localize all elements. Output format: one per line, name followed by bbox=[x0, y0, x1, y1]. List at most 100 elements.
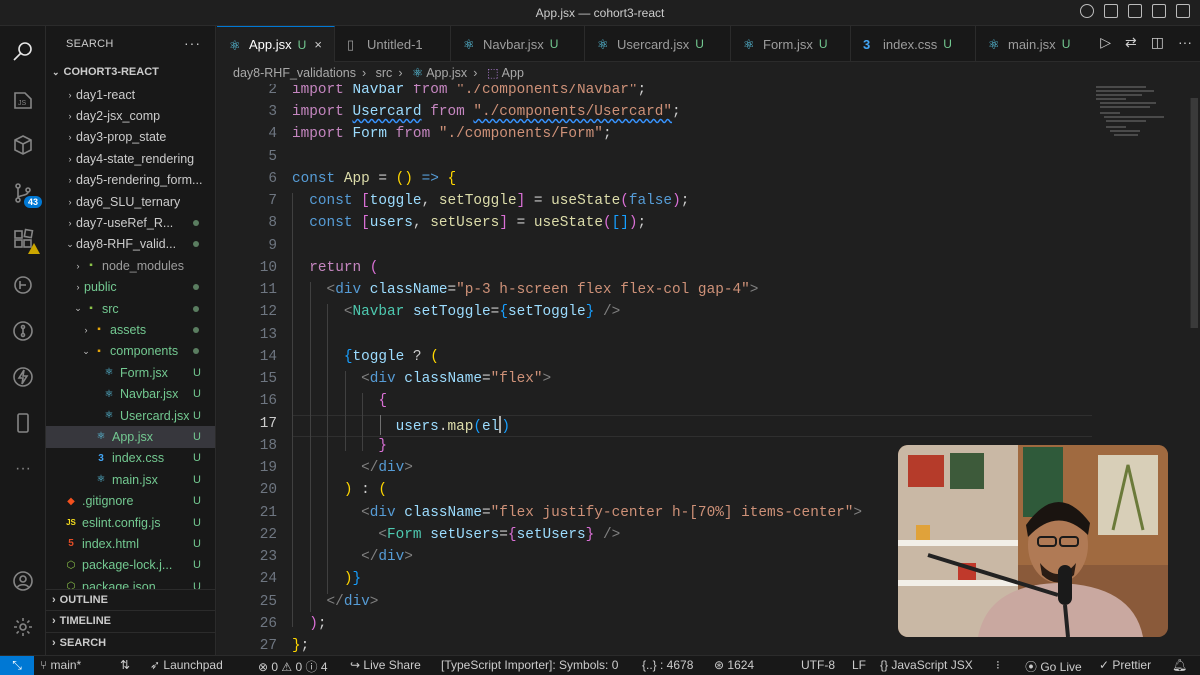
ts-importer-status[interactable]: [TypeScript Importer]: Symbols: 0 bbox=[441, 658, 618, 672]
more-actions-icon[interactable]: ··· bbox=[1178, 34, 1192, 51]
git-graph-icon[interactable] bbox=[8, 316, 38, 346]
tree-item-file[interactable]: ⚛ Form.jsx U bbox=[46, 362, 215, 383]
go-live-button[interactable]: ⦿ Go Live bbox=[1025, 658, 1082, 675]
tree-item-folder[interactable]: › ▪ node_modules bbox=[46, 255, 215, 276]
tree-item-folder[interactable]: › day7-useRef_R... bbox=[46, 212, 215, 233]
tree-item-folder[interactable]: › day2-jsx_comp bbox=[46, 105, 215, 126]
source-control-icon[interactable]: 43 bbox=[8, 178, 42, 208]
account-icon[interactable] bbox=[8, 566, 38, 596]
braces-status[interactable]: {..} : 4678 bbox=[642, 658, 693, 672]
tab-label: App.jsx bbox=[249, 37, 292, 52]
tab-main-jsx[interactable]: ⚛ main.jsx U bbox=[976, 26, 1086, 62]
breadcrumb: day8-RHF_validations › src › ⚛ App.jsx › ⬚ Ap… bbox=[217, 62, 1200, 84]
tree-item-label: main.jsx bbox=[112, 472, 158, 487]
branch-indicator[interactable]: ⑂ main* bbox=[40, 658, 81, 672]
mobile-device-icon[interactable] bbox=[8, 408, 38, 438]
more-actions-icon[interactable]: ··· bbox=[184, 35, 201, 51]
line-number: 4 bbox=[268, 126, 277, 142]
minimap-line bbox=[1096, 98, 1126, 100]
tree-item-folder-open[interactable]: ⌄ day8-RHF_valid... bbox=[46, 234, 215, 255]
dots-icon[interactable]: ⁝ bbox=[996, 658, 1000, 672]
close-icon[interactable]: × bbox=[314, 37, 322, 52]
broadcast-icon: ⦿ bbox=[1025, 660, 1041, 674]
encoding-status[interactable]: UTF-8 bbox=[801, 658, 835, 672]
extensions-cube-icon[interactable] bbox=[8, 130, 38, 160]
tree-item-folder[interactable]: › day5-rendering_form... bbox=[46, 170, 215, 191]
git-status: U bbox=[193, 388, 201, 401]
tree-item-folder[interactable]: › day1-react bbox=[46, 84, 215, 105]
workspace-root[interactable]: ⌄ COHORT3-REACT bbox=[46, 62, 215, 84]
tree-item-file[interactable]: ⚛ main.jsx U bbox=[46, 469, 215, 490]
sync-icon[interactable]: ⇅ bbox=[120, 658, 130, 672]
language-mode[interactable]: {} JavaScript JSX bbox=[880, 658, 973, 672]
tree-item-file[interactable]: JS eslint.config.js U bbox=[46, 512, 215, 533]
tree-item-folder[interactable]: › ▪ assets bbox=[46, 319, 215, 340]
webcam-overlay bbox=[898, 445, 1168, 637]
tab-app-jsx[interactable]: ⚛ App.jsx U × bbox=[217, 26, 335, 62]
breadcrumb-item[interactable]: day8-RHF_validations bbox=[233, 66, 356, 80]
tab-form-jsx[interactable]: ⚛ Form.jsx U bbox=[731, 26, 851, 62]
code-line: const App = () => { bbox=[292, 171, 457, 187]
toggle-panel-icon[interactable] bbox=[1128, 4, 1142, 18]
search-icon[interactable] bbox=[8, 36, 38, 66]
chevron-right-icon: › bbox=[68, 153, 72, 164]
tab-navbar-jsx[interactable]: ⚛ Navbar.jsx U bbox=[451, 26, 585, 62]
outline-section[interactable]: › OUTLINE bbox=[46, 589, 215, 610]
extensions-icon[interactable] bbox=[8, 224, 40, 254]
breadcrumb-item[interactable]: src bbox=[376, 66, 393, 80]
tree-item-folder[interactable]: › public bbox=[46, 277, 215, 298]
chevron-right-icon: › bbox=[473, 66, 478, 80]
thunder-client-icon[interactable] bbox=[8, 362, 38, 392]
search-section[interactable]: › SEARCH bbox=[46, 632, 215, 653]
code-line: } bbox=[378, 438, 387, 454]
problems-indicator[interactable]: ⊗ 0 ⚠ 0 ⓘ 4 bbox=[258, 658, 328, 675]
customize-layout-icon[interactable] bbox=[1176, 4, 1190, 18]
copilot-icon[interactable] bbox=[1080, 4, 1094, 18]
tree-item-folder-open[interactable]: ⌄ ▪ components bbox=[46, 341, 215, 362]
compare-icon[interactable]: ⇄ bbox=[1125, 34, 1137, 51]
lines-status[interactable]: ⊛ 1624 bbox=[714, 658, 754, 672]
split-editor-icon[interactable]: ◫ bbox=[1151, 34, 1164, 51]
line-number: 16 bbox=[259, 393, 277, 409]
tree-item-file[interactable]: ⚛ Usercard.jsx U bbox=[46, 405, 215, 426]
explorer-js-icon[interactable]: JS bbox=[8, 84, 38, 114]
live-share-button[interactable]: ↪ Live Share bbox=[350, 658, 421, 672]
tree-item-file-selected[interactable]: ⚛ App.jsx U bbox=[46, 426, 215, 448]
line-number: 11 bbox=[259, 282, 277, 298]
tree-item-folder[interactable]: › day4-state_rendering bbox=[46, 148, 215, 169]
breadcrumb-item[interactable]: App bbox=[502, 66, 524, 80]
vertical-scrollbar[interactable] bbox=[1190, 98, 1198, 328]
timeline-section[interactable]: › TIMELINE bbox=[46, 610, 215, 631]
tree-item-file[interactable]: 5 index.html U bbox=[46, 533, 215, 554]
launchpad-button[interactable]: ➶ Launchpad bbox=[150, 658, 223, 672]
tree-item-folder-open[interactable]: ⌄ ▪ src bbox=[46, 298, 215, 319]
minimap[interactable] bbox=[1096, 84, 1186, 164]
tree-item-folder[interactable]: › day3-prop_state bbox=[46, 127, 215, 148]
tab-label: index.css bbox=[883, 36, 938, 52]
breadcrumb-item[interactable]: App.jsx bbox=[426, 66, 467, 80]
tree-item-folder[interactable]: › day6_SLU_ternary bbox=[46, 191, 215, 212]
eol-status[interactable]: LF bbox=[852, 658, 866, 672]
tree-item-file[interactable]: 3 index.css U bbox=[46, 448, 215, 469]
tab-untitled-1[interactable]: ▯ Untitled-1 bbox=[335, 26, 451, 62]
toggle-primary-sidebar-icon[interactable] bbox=[1104, 4, 1118, 18]
testing-icon[interactable] bbox=[8, 270, 38, 300]
tree-item-label: assets bbox=[110, 322, 147, 337]
line-number: 19 bbox=[259, 460, 277, 476]
notifications-bell-icon[interactable]: 🔔︎ bbox=[1172, 658, 1187, 672]
tree-item-file[interactable]: ⬡ package-lock.j... U bbox=[46, 555, 215, 576]
remote-indicator-icon[interactable]: ⤡ bbox=[0, 656, 34, 675]
tree-item-file[interactable]: ◆ .gitignore U bbox=[46, 490, 215, 511]
tree-item-file[interactable]: ⚛ Navbar.jsx U bbox=[46, 383, 215, 404]
code-line: <div className="flex"> bbox=[361, 371, 552, 387]
settings-gear-icon[interactable] bbox=[8, 612, 38, 642]
prettier-button[interactable]: ✓ Prettier bbox=[1099, 658, 1151, 672]
tab-usercard-jsx[interactable]: ⚛ Usercard.jsx U bbox=[585, 26, 731, 62]
code-line: ); bbox=[309, 616, 327, 632]
toggle-secondary-sidebar-icon[interactable] bbox=[1152, 4, 1166, 18]
code-line: </div> bbox=[361, 460, 413, 476]
more-icon[interactable]: ··· bbox=[8, 454, 38, 484]
tab-label: main.jsx bbox=[1008, 36, 1056, 52]
run-icon[interactable]: ▷ bbox=[1100, 34, 1111, 51]
tab-index-css[interactable]: 3 index.css U bbox=[851, 26, 976, 62]
